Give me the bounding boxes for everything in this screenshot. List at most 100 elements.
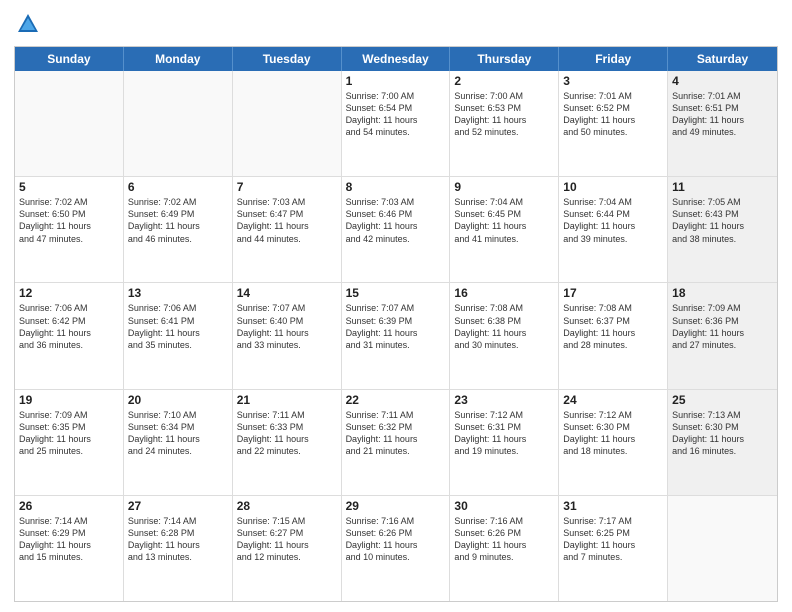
- day-number: 1: [346, 74, 446, 88]
- day-cell-empty-4-6: [668, 496, 777, 601]
- day-info: Sunrise: 7:12 AM Sunset: 6:30 PM Dayligh…: [563, 409, 663, 458]
- day-cell-28: 28 Sunrise: 7:15 AM Sunset: 6:27 PM Dayli…: [233, 496, 342, 601]
- day-cell-23: 23 Sunrise: 7:12 AM Sunset: 6:31 PM Dayli…: [450, 390, 559, 495]
- day-number: 4: [672, 74, 773, 88]
- calendar-row-3: 12Sunrise: 7:06 AM Sunset: 6:42 PM Dayli…: [15, 282, 777, 388]
- day-cell-15: 15 Sunrise: 7:07 AM Sunset: 6:39 PM Dayli…: [342, 283, 451, 388]
- calendar-body: 1 Sunrise: 7:00 AM Sunset: 6:54 PM Daylig…: [15, 71, 777, 601]
- day-number: 14: [237, 286, 337, 300]
- day-cell-5: 5 Sunrise: 7:02 AM Sunset: 6:50 PM Daylig…: [15, 177, 124, 282]
- day-number: 22: [346, 393, 446, 407]
- day-info: Sunrise: 7:03 AM Sunset: 6:46 PM Dayligh…: [346, 196, 446, 245]
- day-cell-25: 25Sunrise: 7:13 AM Sunset: 6:30 PM Dayli…: [668, 390, 777, 495]
- day-info: Sunrise: 7:16 AM Sunset: 6:26 PM Dayligh…: [454, 515, 554, 564]
- day-number: 11: [672, 180, 773, 194]
- day-info: Sunrise: 7:10 AM Sunset: 6:34 PM Dayligh…: [128, 409, 228, 458]
- day-number: 17: [563, 286, 663, 300]
- day-number: 27: [128, 499, 228, 513]
- day-number: 16: [454, 286, 554, 300]
- day-cell-3: 3 Sunrise: 7:01 AM Sunset: 6:52 PM Daylig…: [559, 71, 668, 176]
- day-cell-11: 11 Sunrise: 7:05 AM Sunset: 6:43 PM Dayli…: [668, 177, 777, 282]
- day-number: 25: [672, 393, 773, 407]
- day-info: Sunrise: 7:05 AM Sunset: 6:43 PM Dayligh…: [672, 196, 773, 245]
- day-info: Sunrise: 7:12 AM Sunset: 6:31 PM Dayligh…: [454, 409, 554, 458]
- day-cell-empty-0-2: [233, 71, 342, 176]
- day-number: 8: [346, 180, 446, 194]
- day-info: Sunrise: 7:01 AM Sunset: 6:52 PM Dayligh…: [563, 90, 663, 139]
- day-number: 20: [128, 393, 228, 407]
- day-number: 13: [128, 286, 228, 300]
- day-cell-16: 16 Sunrise: 7:08 AM Sunset: 6:38 PM Dayli…: [450, 283, 559, 388]
- day-cell-27: 27 Sunrise: 7:14 AM Sunset: 6:28 PM Dayli…: [124, 496, 233, 601]
- day-cell-19: 19 Sunrise: 7:09 AM Sunset: 6:35 PM Dayli…: [15, 390, 124, 495]
- day-cell-24: 24 Sunrise: 7:12 AM Sunset: 6:30 PM Dayli…: [559, 390, 668, 495]
- calendar-row-4: 19 Sunrise: 7:09 AM Sunset: 6:35 PM Dayli…: [15, 389, 777, 495]
- day-cell-30: 30 Sunrise: 7:16 AM Sunset: 6:26 PM Dayli…: [450, 496, 559, 601]
- calendar-row-1: 1 Sunrise: 7:00 AM Sunset: 6:54 PM Daylig…: [15, 71, 777, 176]
- day-number: 28: [237, 499, 337, 513]
- day-cell-10: 10 Sunrise: 7:04 AM Sunset: 6:44 PM Dayli…: [559, 177, 668, 282]
- day-number: 30: [454, 499, 554, 513]
- day-number: 12: [19, 286, 119, 300]
- day-number: 2: [454, 74, 554, 88]
- day-cell-8: 8 Sunrise: 7:03 AM Sunset: 6:46 PM Daylig…: [342, 177, 451, 282]
- page: SundayMondayTuesdayWednesdayThursdayFrid…: [0, 0, 792, 612]
- day-cell-2: 2 Sunrise: 7:00 AM Sunset: 6:53 PM Daylig…: [450, 71, 559, 176]
- day-cell-22: 22 Sunrise: 7:11 AM Sunset: 6:32 PM Dayli…: [342, 390, 451, 495]
- day-info: Sunrise: 7:01 AM Sunset: 6:51 PM Dayligh…: [672, 90, 773, 139]
- day-cell-1: 1 Sunrise: 7:00 AM Sunset: 6:54 PM Daylig…: [342, 71, 451, 176]
- day-number: 3: [563, 74, 663, 88]
- day-cell-7: 7 Sunrise: 7:03 AM Sunset: 6:47 PM Daylig…: [233, 177, 342, 282]
- day-number: 29: [346, 499, 446, 513]
- day-number: 9: [454, 180, 554, 194]
- day-cell-13: 13Sunrise: 7:06 AM Sunset: 6:41 PM Dayli…: [124, 283, 233, 388]
- day-cell-12: 12Sunrise: 7:06 AM Sunset: 6:42 PM Dayli…: [15, 283, 124, 388]
- day-cell-21: 21 Sunrise: 7:11 AM Sunset: 6:33 PM Dayli…: [233, 390, 342, 495]
- day-info: Sunrise: 7:00 AM Sunset: 6:53 PM Dayligh…: [454, 90, 554, 139]
- day-cell-31: 31Sunrise: 7:17 AM Sunset: 6:25 PM Dayli…: [559, 496, 668, 601]
- calendar-row-2: 5 Sunrise: 7:02 AM Sunset: 6:50 PM Daylig…: [15, 176, 777, 282]
- day-cell-empty-0-0: [15, 71, 124, 176]
- day-cell-4: 4 Sunrise: 7:01 AM Sunset: 6:51 PM Daylig…: [668, 71, 777, 176]
- day-cell-empty-0-1: [124, 71, 233, 176]
- day-cell-17: 17Sunrise: 7:08 AM Sunset: 6:37 PM Dayli…: [559, 283, 668, 388]
- logo: [14, 10, 46, 38]
- day-info: Sunrise: 7:07 AM Sunset: 6:40 PM Dayligh…: [237, 302, 337, 351]
- day-number: 24: [563, 393, 663, 407]
- header: [14, 10, 778, 38]
- day-info: Sunrise: 7:16 AM Sunset: 6:26 PM Dayligh…: [346, 515, 446, 564]
- day-cell-14: 14 Sunrise: 7:07 AM Sunset: 6:40 PM Dayli…: [233, 283, 342, 388]
- day-info: Sunrise: 7:07 AM Sunset: 6:39 PM Dayligh…: [346, 302, 446, 351]
- day-number: 15: [346, 286, 446, 300]
- day-number: 6: [128, 180, 228, 194]
- day-cell-20: 20 Sunrise: 7:10 AM Sunset: 6:34 PM Dayli…: [124, 390, 233, 495]
- day-info: Sunrise: 7:03 AM Sunset: 6:47 PM Dayligh…: [237, 196, 337, 245]
- day-info: Sunrise: 7:08 AM Sunset: 6:38 PM Dayligh…: [454, 302, 554, 351]
- day-info: Sunrise: 7:17 AM Sunset: 6:25 PM Dayligh…: [563, 515, 663, 564]
- day-info: Sunrise: 7:15 AM Sunset: 6:27 PM Dayligh…: [237, 515, 337, 564]
- day-number: 26: [19, 499, 119, 513]
- weekday-header-sunday: Sunday: [15, 47, 124, 71]
- day-cell-6: 6Sunrise: 7:02 AM Sunset: 6:49 PM Daylig…: [124, 177, 233, 282]
- logo-icon: [14, 10, 42, 38]
- day-number: 19: [19, 393, 119, 407]
- day-info: Sunrise: 7:04 AM Sunset: 6:44 PM Dayligh…: [563, 196, 663, 245]
- weekday-header-saturday: Saturday: [668, 47, 777, 71]
- day-info: Sunrise: 7:00 AM Sunset: 6:54 PM Dayligh…: [346, 90, 446, 139]
- day-info: Sunrise: 7:14 AM Sunset: 6:28 PM Dayligh…: [128, 515, 228, 564]
- day-number: 7: [237, 180, 337, 194]
- weekday-header-wednesday: Wednesday: [342, 47, 451, 71]
- day-info: Sunrise: 7:09 AM Sunset: 6:35 PM Dayligh…: [19, 409, 119, 458]
- day-number: 23: [454, 393, 554, 407]
- calendar: SundayMondayTuesdayWednesdayThursdayFrid…: [14, 46, 778, 602]
- day-info: Sunrise: 7:11 AM Sunset: 6:33 PM Dayligh…: [237, 409, 337, 458]
- day-number: 21: [237, 393, 337, 407]
- weekday-header-thursday: Thursday: [450, 47, 559, 71]
- day-number: 18: [672, 286, 773, 300]
- day-info: Sunrise: 7:04 AM Sunset: 6:45 PM Dayligh…: [454, 196, 554, 245]
- day-info: Sunrise: 7:09 AM Sunset: 6:36 PM Dayligh…: [672, 302, 773, 351]
- day-info: Sunrise: 7:02 AM Sunset: 6:50 PM Dayligh…: [19, 196, 119, 245]
- day-number: 5: [19, 180, 119, 194]
- day-info: Sunrise: 7:11 AM Sunset: 6:32 PM Dayligh…: [346, 409, 446, 458]
- day-number: 10: [563, 180, 663, 194]
